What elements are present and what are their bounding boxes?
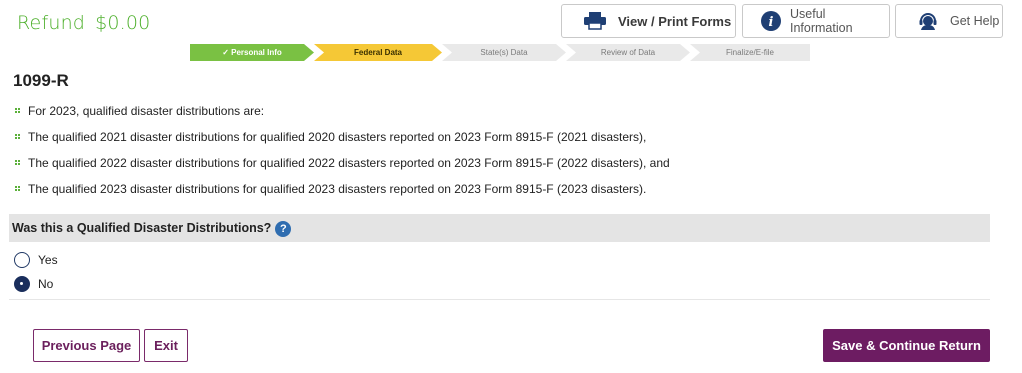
progress-steps: ✓ Personal Info Federal Data State(s) Da… [190,44,810,61]
step-federal-data-label: Federal Data [353,48,403,57]
refund-label: Refund [17,12,86,34]
list-item: For 2023, qualified disaster distributio… [15,103,670,118]
step-review-of-data: Review of Data [566,44,690,61]
answer-options: Yes No [9,242,990,300]
info-icon: i [761,11,781,31]
get-help-button[interactable]: Get Help [895,4,1003,38]
radio-yes-label: Yes [38,253,58,267]
radio-yes[interactable] [14,252,30,268]
bullet-text: The qualified 2022 disaster distribution… [28,155,670,170]
useful-information-button[interactable]: i Useful Information [742,4,890,38]
list-item: The qualified 2023 disaster distribution… [15,181,670,196]
question-text: Was this a Qualified Disaster Distributi… [12,221,272,235]
step-federal-data[interactable]: Federal Data [314,44,442,61]
step-personal-info[interactable]: ✓ Personal Info [190,44,314,61]
question-header: Was this a Qualified Disaster Distributi… [9,214,990,242]
bullet-icon [15,160,20,165]
step-state-data: State(s) Data [442,44,566,61]
question-help-icon[interactable]: ? [275,221,292,237]
bullet-text: For 2023, qualified disaster distributio… [28,103,265,118]
save-continue-button[interactable]: Save & Continue Return [823,329,990,362]
step-review-of-data-label: Review of Data [600,48,656,57]
info-bullet-list: For 2023, qualified disaster distributio… [15,104,670,208]
step-personal-info-label: ✓ Personal Info [222,48,282,57]
bullet-text: The qualified 2021 disaster distribution… [28,129,647,144]
bullet-icon [15,134,20,139]
get-help-label: Get Help [950,14,1000,28]
bullet-icon [15,108,20,113]
radio-option-no[interactable]: No [14,276,53,292]
refund-display: Refund $0.00 [17,12,150,34]
view-print-forms-label: View / Print Forms [618,13,732,29]
bullet-text: The qualified 2023 disaster distribution… [28,181,647,196]
refund-amount: $0.00 [95,12,151,34]
view-print-forms-button[interactable]: View / Print Forms [561,4,736,38]
radio-no[interactable] [14,276,30,292]
useful-information-label: Useful Information [790,7,853,35]
step-state-data-label: State(s) Data [480,48,528,57]
support-agent-icon [918,11,938,31]
step-finalize-efile: Finalize/E-file [690,44,810,61]
svg-text:i: i [769,15,774,30]
previous-page-button[interactable]: Previous Page [33,329,140,362]
exit-button[interactable]: Exit [144,329,188,362]
printer-icon [584,12,606,30]
radio-no-label: No [38,277,54,291]
list-item: The qualified 2022 disaster distribution… [15,155,670,170]
bullet-icon [15,186,20,191]
radio-option-yes[interactable]: Yes [14,252,58,268]
page-title: 1099-R [13,71,69,90]
list-item: The qualified 2021 disaster distribution… [15,129,670,144]
step-finalize-efile-label: Finalize/E-file [725,48,774,57]
